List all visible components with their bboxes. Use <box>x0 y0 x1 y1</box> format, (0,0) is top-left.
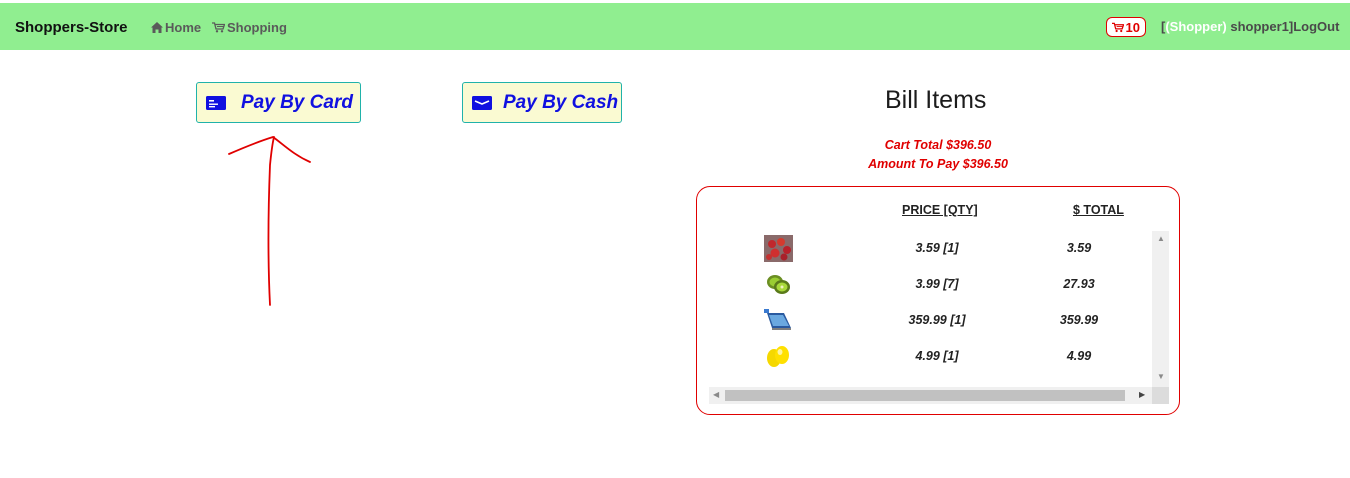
nav-shopping-link[interactable]: Shopping <box>212 20 287 35</box>
pay-by-cash-button[interactable]: Pay By Cash <box>462 82 622 123</box>
credit-card-icon <box>206 95 226 110</box>
lemon-image <box>764 343 793 370</box>
item-price-qty: 359.99 [1] <box>908 313 966 327</box>
item-total: 3.59 <box>1066 241 1092 255</box>
nav-home-label: Home <box>165 20 202 35</box>
table-row: 3.59 [1] 3.59 <box>709 231 1151 267</box>
item-total: 359.99 <box>1059 313 1099 327</box>
bill-items-table: PRICE [QTY] $ TOTAL 3.59 [1] 3.59 3.99 [… <box>696 186 1180 415</box>
pay-by-cash-label: Pay By Cash <box>503 91 619 113</box>
wallet-icon <box>472 95 492 110</box>
amount-to-pay: Amount To Pay $396.50 <box>868 157 1008 171</box>
user-role: (Shopper) <box>1165 19 1227 34</box>
kiwi-image <box>764 271 793 298</box>
column-header-price-qty: PRICE [QTY] <box>902 203 978 217</box>
top-navbar: Shoppers-Store Home Shopping 10 [(Shoppe… <box>0 3 1350 50</box>
home-icon <box>151 22 163 33</box>
table-row: 4.99 [1] 4.99 <box>709 339 1151 375</box>
vertical-scrollbar[interactable]: ▲ ▼ <box>1152 231 1169 387</box>
column-header-total: $ TOTAL <box>1073 203 1124 217</box>
cart-count: 10 <box>1125 19 1140 35</box>
cart-total: Cart Total $396.50 <box>884 138 992 152</box>
strawberries-image <box>764 235 793 262</box>
pay-by-card-label: Pay By Card <box>241 91 353 113</box>
item-total: 4.99 <box>1066 349 1092 363</box>
pay-by-card-button[interactable]: Pay By Card <box>196 82 361 123</box>
cart-count-badge[interactable]: 10 <box>1106 17 1146 37</box>
brand-logo[interactable]: Shoppers-Store <box>15 19 128 36</box>
nav-home-link[interactable]: Home <box>151 20 201 35</box>
cart-icon <box>1112 22 1124 32</box>
cart-icon <box>212 22 225 33</box>
table-row: 3.99 [7] 27.93 <box>709 267 1151 303</box>
nav-shopping-label: Shopping <box>227 20 287 35</box>
scroll-down-arrow-icon[interactable]: ▼ <box>1157 373 1165 381</box>
item-price-qty: 4.99 [1] <box>915 349 959 363</box>
scroll-left-arrow-icon[interactable]: ◀ <box>713 391 719 399</box>
bill-title: Bill Items <box>885 86 987 114</box>
logout-link[interactable]: LogOut <box>1293 19 1339 34</box>
annotation-arrow <box>228 136 311 306</box>
table-row: 359.99 [1] 359.99 <box>709 303 1151 339</box>
scrollbar-corner <box>1152 387 1169 404</box>
scroll-right-arrow-icon[interactable]: ▶ <box>1139 391 1145 399</box>
tablet-image <box>764 307 793 334</box>
item-price-qty: 3.99 [7] <box>915 277 959 291</box>
item-price-qty: 3.59 [1] <box>915 241 959 255</box>
user-info: [(Shopper) shopper1]LogOut <box>1161 19 1339 34</box>
horizontal-scrollbar[interactable]: ◀ ▶ <box>709 387 1152 404</box>
item-total: 27.93 <box>1063 277 1095 291</box>
bill-rows: 3.59 [1] 3.59 3.99 [7] 27.93 359.99 [1] … <box>709 231 1151 387</box>
user-name: shopper1] <box>1226 19 1294 34</box>
scroll-up-arrow-icon[interactable]: ▲ <box>1157 235 1165 243</box>
horizontal-scroll-thumb[interactable] <box>725 390 1125 401</box>
